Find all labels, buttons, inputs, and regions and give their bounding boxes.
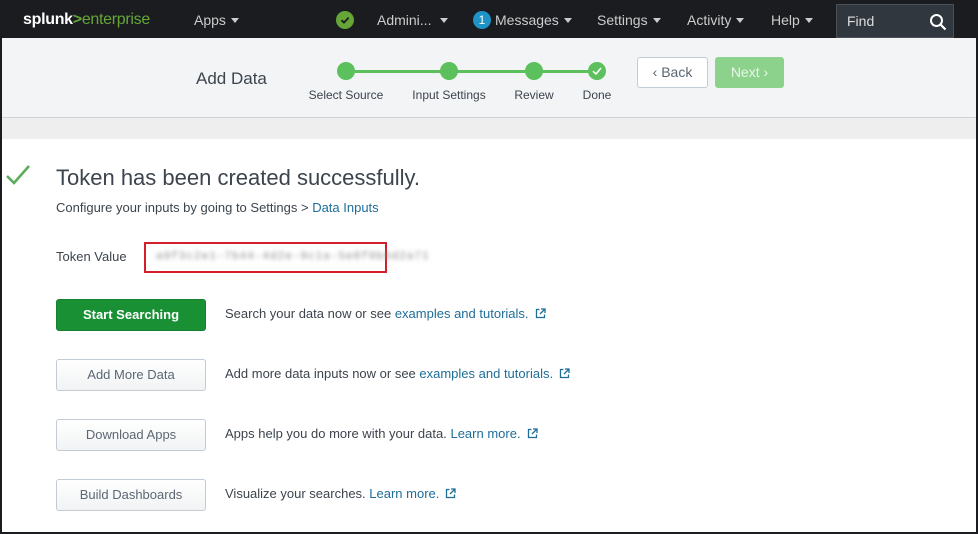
step-label-review: Review (514, 88, 554, 102)
apps-menu[interactable]: Apps (194, 2, 239, 38)
step-dot-input-settings (440, 62, 458, 80)
chevron-down-icon (652, 17, 661, 23)
logo-enterprise-text: enterprise (81, 11, 150, 28)
chevron-down-icon (563, 17, 572, 23)
logo-gt-text: > (72, 11, 82, 28)
chevron-right-icon: › (763, 64, 769, 80)
checkmark-icon (592, 67, 602, 76)
external-link-icon[interactable] (445, 487, 457, 499)
activity-menu-label: Activity (687, 12, 732, 28)
chevron-down-icon (736, 17, 745, 23)
health-status-icon[interactable] (336, 11, 354, 29)
next-button[interactable]: Next › (715, 57, 784, 88)
download-apps-button[interactable]: Download Apps (56, 419, 206, 451)
external-link-icon[interactable] (527, 427, 538, 439)
build-dashboards-desc-text: Visualize your searches. (225, 486, 370, 501)
search-icon[interactable] (929, 13, 947, 31)
build-dashboards-desc: Visualize your searches. Learn more. (225, 486, 457, 501)
start-searching-tutorials-link[interactable]: examples and tutorials. (395, 306, 529, 321)
step-dot-select-source (337, 62, 355, 80)
download-apps-desc: Apps help you do more with your data. Le… (225, 426, 538, 441)
messages-menu-label: Messages (495, 12, 559, 28)
admin-menu-label: Admini... (377, 12, 432, 28)
admin-menu[interactable]: Admini... (377, 2, 449, 38)
success-checkmark-icon (6, 165, 30, 185)
find-input[interactable] (837, 5, 923, 37)
token-value-label: Token Value (56, 249, 127, 264)
chevron-down-icon (440, 17, 449, 23)
apps-menu-label: Apps (194, 12, 226, 28)
download-apps-learn-more-link[interactable]: Learn more. (450, 426, 520, 441)
messages-count-badge: 1 (473, 10, 491, 29)
back-button[interactable]: ‹ Back (637, 57, 708, 88)
help-menu[interactable]: Help (771, 2, 813, 38)
step-label-done: Done (582, 88, 612, 102)
configure-inputs-text: Configure your inputs by going to Settin… (56, 200, 379, 215)
activity-menu[interactable]: Activity (687, 2, 745, 38)
step-dot-done (588, 62, 606, 80)
next-button-label: Next (730, 64, 760, 80)
start-searching-desc-text: Search your data now or see (225, 306, 395, 321)
download-apps-desc-text: Apps help you do more with your data. (225, 426, 451, 441)
external-link-icon[interactable] (559, 367, 570, 379)
wizard-progress-track (346, 70, 598, 73)
add-data-wizard: Add Data Select Source Input Settings Re… (2, 38, 976, 118)
data-inputs-link[interactable]: Data Inputs (312, 200, 379, 215)
top-nav-bar: splunk>enterprise Apps Admini... 1 Messag… (2, 2, 976, 38)
success-headline: Token has been created successfully. (56, 165, 421, 190)
configure-inputs-prefix: Configure your inputs by going to Settin… (56, 200, 313, 215)
chevron-left-icon: ‹ (652, 64, 658, 80)
logo-splunk-text: splunk (23, 11, 73, 28)
find-box (836, 4, 954, 38)
step-dot-review (525, 62, 543, 80)
splunk-logo[interactable]: splunk>enterprise (23, 11, 150, 29)
add-more-data-desc: Add more data inputs now or see examples… (225, 366, 570, 381)
divider-strip (2, 119, 976, 139)
back-button-label: Back (661, 64, 693, 80)
app-frame: splunk>enterprise Apps Admini... 1 Messag… (0, 0, 978, 534)
messages-menu[interactable]: 1 Messages (473, 2, 572, 38)
chevron-down-icon (804, 17, 813, 23)
start-searching-desc: Search your data now or see examples and… (225, 306, 546, 321)
wizard-title: Add Data (196, 69, 267, 88)
settings-menu-label: Settings (597, 12, 648, 28)
build-dashboards-button[interactable]: Build Dashboards (56, 479, 206, 511)
add-more-data-tutorials-link[interactable]: examples and tutorials. (419, 366, 553, 381)
add-more-data-button[interactable]: Add More Data (56, 359, 206, 391)
external-link-icon[interactable] (535, 307, 546, 319)
add-more-data-desc-text: Add more data inputs now or see (225, 366, 420, 381)
build-dashboards-learn-more-link[interactable]: Learn more. (369, 486, 439, 501)
step-label-input-settings: Input Settings (412, 88, 486, 102)
settings-menu[interactable]: Settings (597, 2, 661, 38)
start-searching-button[interactable]: Start Searching (56, 299, 206, 331)
token-value-box[interactable]: a9f3c2e1-7b44-4d2e-9c1a-5e8f0b6d2a71 (144, 242, 429, 273)
token-value: a9f3c2e1-7b44-4d2e-9c1a-5e8f0b6d2a71 (156, 251, 430, 263)
step-label-select-source: Select Source (308, 88, 384, 102)
help-menu-label: Help (771, 12, 800, 28)
chevron-down-icon (230, 17, 239, 23)
